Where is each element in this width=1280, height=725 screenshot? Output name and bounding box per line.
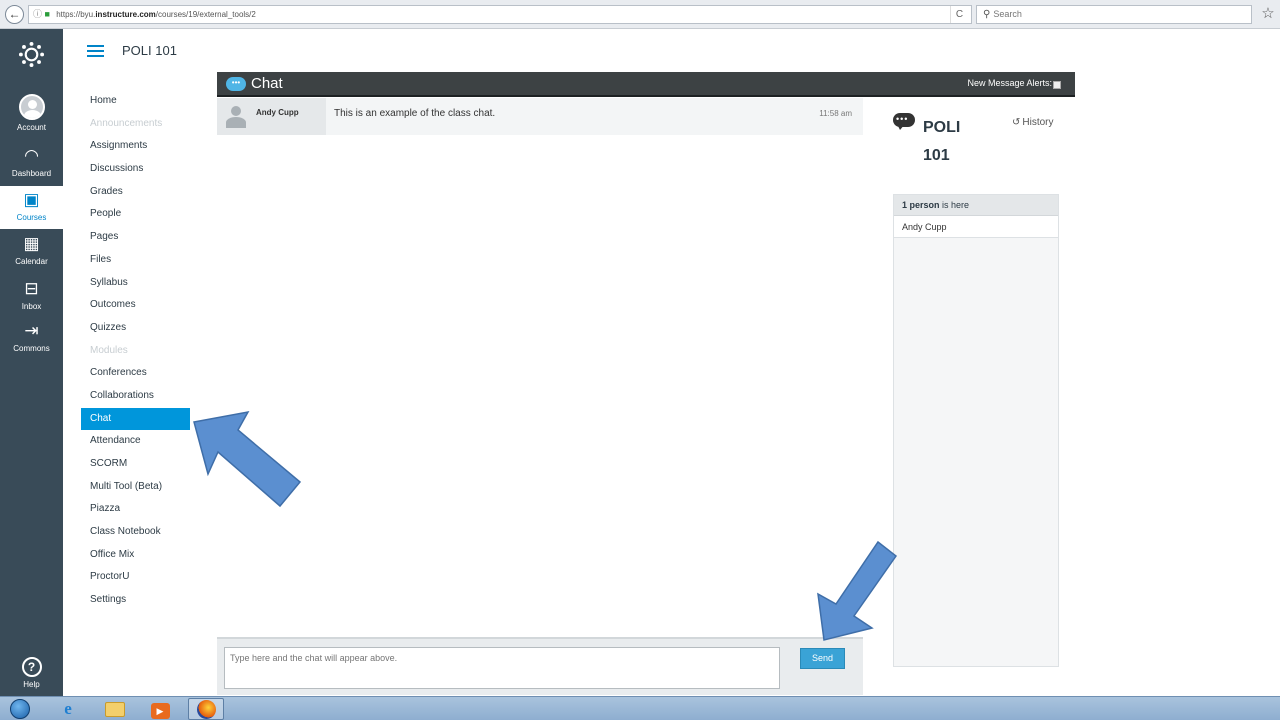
course-nav-collaborations[interactable]: Collaborations bbox=[81, 385, 190, 408]
people-count: 1 person is here bbox=[894, 195, 1058, 216]
course-nav-home[interactable]: Home bbox=[81, 90, 190, 113]
course-nav-settings[interactable]: Settings bbox=[81, 589, 190, 612]
course-nav-outcomes[interactable]: Outcomes bbox=[81, 294, 190, 317]
search-placeholder: Search bbox=[993, 9, 1022, 19]
user-avatar-icon bbox=[225, 106, 247, 128]
search-input[interactable]: ⚲ Search bbox=[976, 5, 1252, 24]
url-text: https://byu.instructure.com/courses/19/e… bbox=[56, 10, 256, 19]
gnav-inbox[interactable]: ⊟ Inbox bbox=[0, 279, 63, 311]
bookmark-star-icon[interactable]: ☆ bbox=[1258, 4, 1278, 24]
history-link[interactable]: ↺ History bbox=[1012, 117, 1054, 128]
windows-taskbar: e ▶ bbox=[0, 696, 1280, 720]
course-nav-modules[interactable]: Modules bbox=[81, 340, 190, 363]
history-icon: ↺ bbox=[1012, 117, 1021, 128]
course-nav-multi-tool[interactable]: Multi Tool (Beta) bbox=[81, 476, 190, 499]
chat-bubble-icon: ••• bbox=[226, 77, 246, 91]
inbox-icon: ⊟ bbox=[24, 279, 39, 298]
course-nav-files[interactable]: Files bbox=[81, 249, 190, 272]
course-nav-pages[interactable]: Pages bbox=[81, 226, 190, 249]
site-info-icon[interactable]: ⓘ ■ bbox=[33, 9, 50, 19]
gnav-calendar-label: Calendar bbox=[15, 257, 48, 266]
course-nav-syllabus[interactable]: Syllabus bbox=[81, 272, 190, 295]
new-message-alerts-checkbox[interactable] bbox=[1053, 81, 1061, 89]
gnav-help-label: Help bbox=[23, 680, 40, 689]
media-play-glyph: ▶ bbox=[150, 703, 170, 719]
course-nav-proctoru[interactable]: ProctorU bbox=[81, 566, 190, 589]
firefox-icon[interactable] bbox=[188, 698, 224, 720]
people-panel: 1 person is here Andy Cupp bbox=[893, 194, 1059, 667]
account-icon bbox=[18, 94, 45, 120]
message-timestamp: 11:58 am bbox=[819, 109, 852, 118]
chat-compose-area: Send bbox=[217, 637, 863, 695]
people-count-bold: 1 person bbox=[902, 200, 940, 210]
course-nav-chat[interactable]: Chat bbox=[81, 407, 190, 431]
course-nav-class-notebook[interactable]: Class Notebook bbox=[81, 521, 190, 544]
message-sender-cell: Andy Cupp bbox=[217, 98, 326, 135]
chat-message-input[interactable] bbox=[224, 647, 780, 689]
gnav-inbox-label: Inbox bbox=[21, 302, 42, 311]
chat-message: Andy Cupp This is an example of the clas… bbox=[217, 98, 863, 135]
course-nav-people[interactable]: People bbox=[81, 203, 190, 226]
courses-icon: ▣ bbox=[23, 190, 40, 209]
annotation-arrow-chat-nav bbox=[193, 410, 302, 508]
dashboard-icon: ◠ bbox=[24, 146, 39, 165]
annotation-arrow-send bbox=[817, 540, 898, 641]
people-count-rest: is here bbox=[939, 200, 970, 210]
course-navigation: Home Announcements Assignments Discussio… bbox=[81, 90, 190, 612]
history-label: History bbox=[1022, 117, 1054, 128]
course-nav-quizzes[interactable]: Quizzes bbox=[81, 317, 190, 340]
course-title[interactable]: POLI 101 bbox=[122, 43, 177, 58]
course-nav-assignments[interactable]: Assignments bbox=[81, 135, 190, 158]
media-player-icon[interactable]: ▶ bbox=[142, 698, 178, 720]
internet-explorer-icon[interactable]: e bbox=[50, 698, 86, 720]
course-nav-discussions[interactable]: Discussions bbox=[81, 158, 190, 181]
chat-title: Chat bbox=[251, 75, 283, 92]
gnav-commons-label: Commons bbox=[13, 344, 50, 353]
hamburger-menu-icon[interactable] bbox=[87, 45, 104, 57]
course-nav-office-mix[interactable]: Office Mix bbox=[81, 544, 190, 567]
start-button[interactable] bbox=[2, 698, 38, 720]
course-nav-piazza[interactable]: Piazza bbox=[81, 498, 190, 521]
lock-icon: ■ bbox=[44, 9, 50, 19]
back-button[interactable]: ← bbox=[5, 5, 24, 24]
message-text: This is an example of the class chat. bbox=[334, 108, 496, 119]
global-navigation: Account ◠ Dashboard ▣ Courses ▦ Calendar… bbox=[0, 29, 63, 696]
url-path: /courses/19/external_tools/2 bbox=[155, 10, 256, 19]
address-bar[interactable]: ⓘ ■ https://byu.instructure.com/courses/… bbox=[28, 5, 972, 24]
gnav-account[interactable]: Account bbox=[0, 94, 63, 132]
new-message-alerts-label: New Message Alerts: bbox=[967, 78, 1052, 88]
room-name-line2: 101 bbox=[923, 147, 950, 164]
gnav-courses-label: Courses bbox=[16, 213, 47, 222]
chat-header: ••• Chat New Message Alerts: bbox=[217, 72, 1075, 97]
help-icon: ? bbox=[21, 657, 42, 677]
gnav-account-label: Account bbox=[17, 123, 46, 132]
gnav-courses[interactable]: ▣ Courses bbox=[0, 186, 63, 229]
calendar-icon: ▦ bbox=[23, 234, 40, 253]
gnav-help[interactable]: ? Help bbox=[0, 657, 63, 689]
browser-toolbar: ← ⓘ ■ https://byu.instructure.com/course… bbox=[0, 0, 1280, 29]
commons-icon: ⇥ bbox=[24, 321, 39, 340]
message-sender[interactable]: Andy Cupp bbox=[256, 108, 299, 117]
course-nav-announcements[interactable]: Announcements bbox=[81, 113, 190, 136]
send-button[interactable]: Send bbox=[800, 648, 845, 669]
url-domain: instructure.com bbox=[95, 10, 156, 19]
person-row[interactable]: Andy Cupp bbox=[894, 216, 1058, 238]
gnav-commons[interactable]: ⇥ Commons bbox=[0, 321, 63, 353]
course-nav-conferences[interactable]: Conferences bbox=[81, 362, 190, 385]
windows-logo-icon bbox=[10, 699, 30, 719]
gnav-dashboard-label: Dashboard bbox=[11, 169, 52, 178]
course-nav-grades[interactable]: Grades bbox=[81, 181, 190, 204]
course-nav-scorm[interactable]: SCORM bbox=[81, 453, 190, 476]
search-icon: ⚲ bbox=[983, 9, 991, 20]
reload-button[interactable]: C bbox=[950, 6, 968, 23]
url-prefix: https://byu. bbox=[56, 10, 96, 19]
canvas-logo-icon[interactable] bbox=[18, 41, 45, 68]
chat-room-icon: ••• bbox=[893, 113, 917, 131]
file-explorer-icon[interactable] bbox=[97, 698, 133, 720]
gnav-dashboard[interactable]: ◠ Dashboard bbox=[0, 146, 63, 178]
room-name-line1: POLI bbox=[923, 119, 961, 136]
course-nav-attendance[interactable]: Attendance bbox=[81, 430, 190, 453]
gnav-calendar[interactable]: ▦ Calendar bbox=[0, 234, 63, 266]
